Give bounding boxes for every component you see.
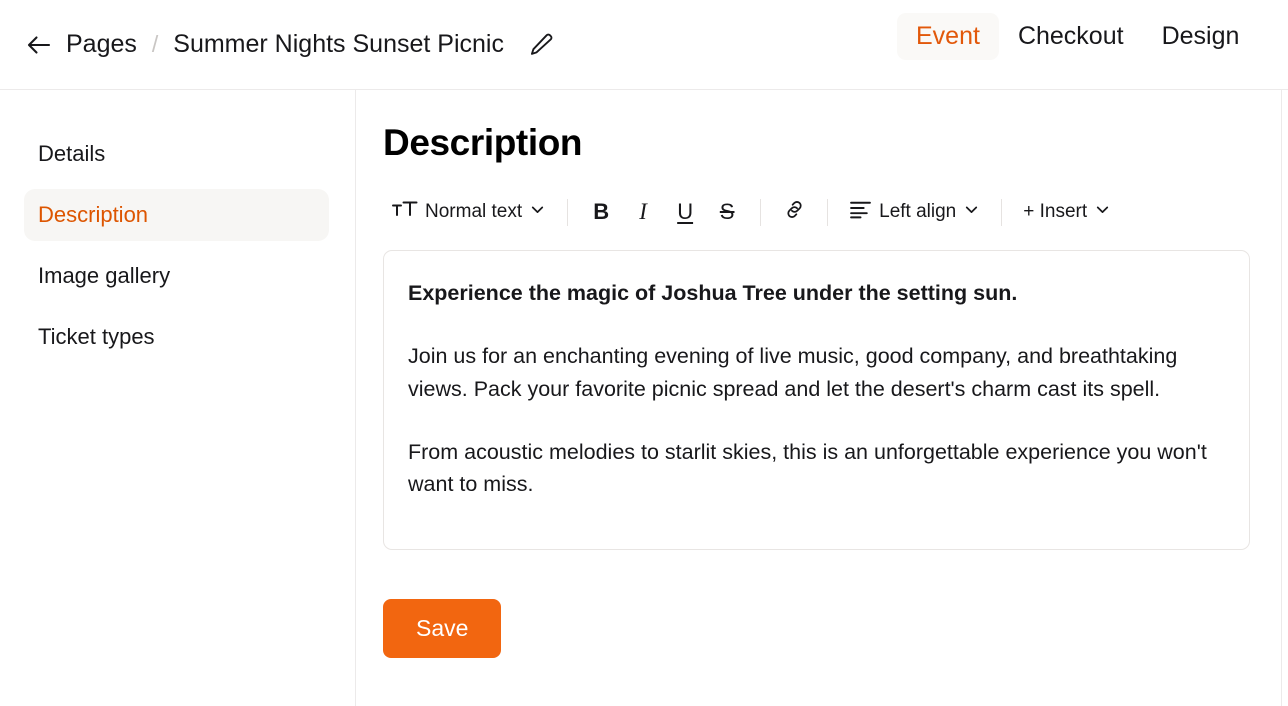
italic-button[interactable]: I [622, 194, 664, 230]
align-dropdown[interactable]: Left align [840, 194, 989, 230]
editor-toolbar: Normal text B I U S Left align + Insert [383, 192, 1250, 232]
text-style-label: Normal text [425, 201, 523, 222]
pencil-icon[interactable] [524, 28, 558, 62]
tab-checkout[interactable]: Checkout [999, 13, 1143, 60]
link-icon [782, 197, 807, 228]
bold-button[interactable]: B [580, 194, 622, 230]
toolbar-divider-4 [1001, 198, 1003, 226]
app-header: Pages / Summer Nights Sunset Picnic Even… [0, 0, 1288, 90]
sidebar-nav: Details Description Image gallery Ticket… [0, 90, 356, 706]
editor-paragraph-2: From acoustic melodies to starlit skies,… [408, 439, 1207, 496]
save-row: Save [383, 599, 1250, 658]
main-layout: Details Description Image gallery Ticket… [0, 90, 1288, 706]
sidebar-item-description[interactable]: Description [24, 189, 329, 241]
align-label: Left align [879, 201, 957, 222]
insert-label: + Insert [1023, 201, 1088, 222]
editor-paragraph-1: Join us for an enchanting evening of liv… [408, 344, 1178, 401]
chevron-down-icon [1094, 201, 1111, 224]
description-editor[interactable]: Experience the magic of Joshua Tree unde… [383, 250, 1250, 550]
chevron-down-icon [529, 201, 546, 224]
breadcrumb-separator: / [151, 31, 159, 57]
text-style-icon [392, 198, 418, 226]
tab-event[interactable]: Event [897, 13, 999, 60]
arrow-left-icon[interactable] [22, 28, 56, 62]
right-edge-divider [1281, 90, 1282, 706]
tab-design[interactable]: Design [1143, 13, 1259, 60]
link-button[interactable] [773, 194, 815, 230]
page-title-breadcrumb: Summer Nights Sunset Picnic [173, 30, 504, 58]
breadcrumb-pages-link[interactable]: Pages [66, 30, 137, 59]
toolbar-divider-1 [567, 198, 569, 226]
underline-button[interactable]: U [664, 194, 706, 230]
toolbar-divider-2 [760, 198, 762, 226]
editor-lead-paragraph: Experience the magic of Joshua Tree unde… [408, 281, 1018, 305]
sidebar-item-image-gallery[interactable]: Image gallery [24, 250, 329, 302]
align-left-icon [849, 199, 872, 225]
page-title: Description [383, 122, 583, 163]
toolbar-divider-3 [827, 198, 829, 226]
sidebar-item-details[interactable]: Details [24, 128, 329, 180]
text-style-dropdown[interactable]: Normal text [383, 194, 555, 230]
insert-dropdown[interactable]: + Insert [1014, 194, 1120, 230]
content-panel: Description Normal text B I U S Left ali… [356, 90, 1288, 706]
top-tab-bar: Event Checkout Design [897, 13, 1258, 60]
breadcrumb: Pages / Summer Nights Sunset Picnic [22, 0, 558, 89]
save-button[interactable]: Save [383, 599, 502, 658]
sidebar-item-ticket-types[interactable]: Ticket types [24, 311, 329, 363]
chevron-down-icon [963, 201, 980, 224]
strikethrough-button[interactable]: S [706, 194, 748, 230]
